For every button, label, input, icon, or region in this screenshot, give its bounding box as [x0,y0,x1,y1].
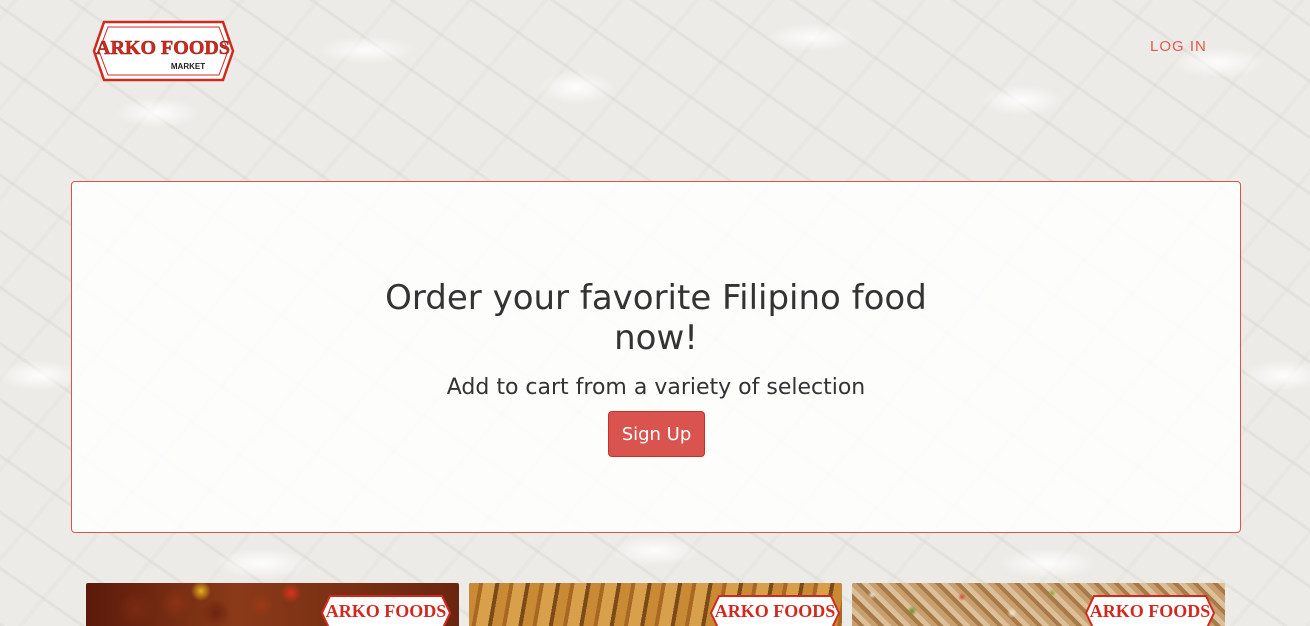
card-brand-text: ARKO FOODS [1090,601,1211,621]
card-brand-logo: ARKO FOODS [1084,595,1216,626]
card-brand-text: ARKO FOODS [715,601,836,621]
hero-title: Order your favorite Filipino food now! [385,278,927,358]
product-card-1[interactable]: ARKO FOODS [86,583,459,626]
product-card-3[interactable]: ARKO FOODS [852,583,1225,626]
card-brand-text: ARKO FOODS [326,601,447,621]
product-card-2[interactable]: ARKO FOODS [469,583,842,626]
logo-brand-text: ARKO FOODS [96,37,230,59]
login-link[interactable]: LOG IN [1150,38,1207,55]
card-brand-logo: ARKO FOODS [320,595,452,626]
hero-subtitle: Add to cart from a variety of selection [446,375,866,400]
hero-card: Order your favorite Filipino food now! A… [71,181,1241,533]
arko-foods-logo[interactable]: ARKO FOODS MARKET [92,18,235,84]
card-brand-logo: ARKO FOODS [709,595,841,626]
sign-up-button[interactable]: Sign Up [608,411,705,457]
logo-sub-text: MARKET [171,62,205,71]
